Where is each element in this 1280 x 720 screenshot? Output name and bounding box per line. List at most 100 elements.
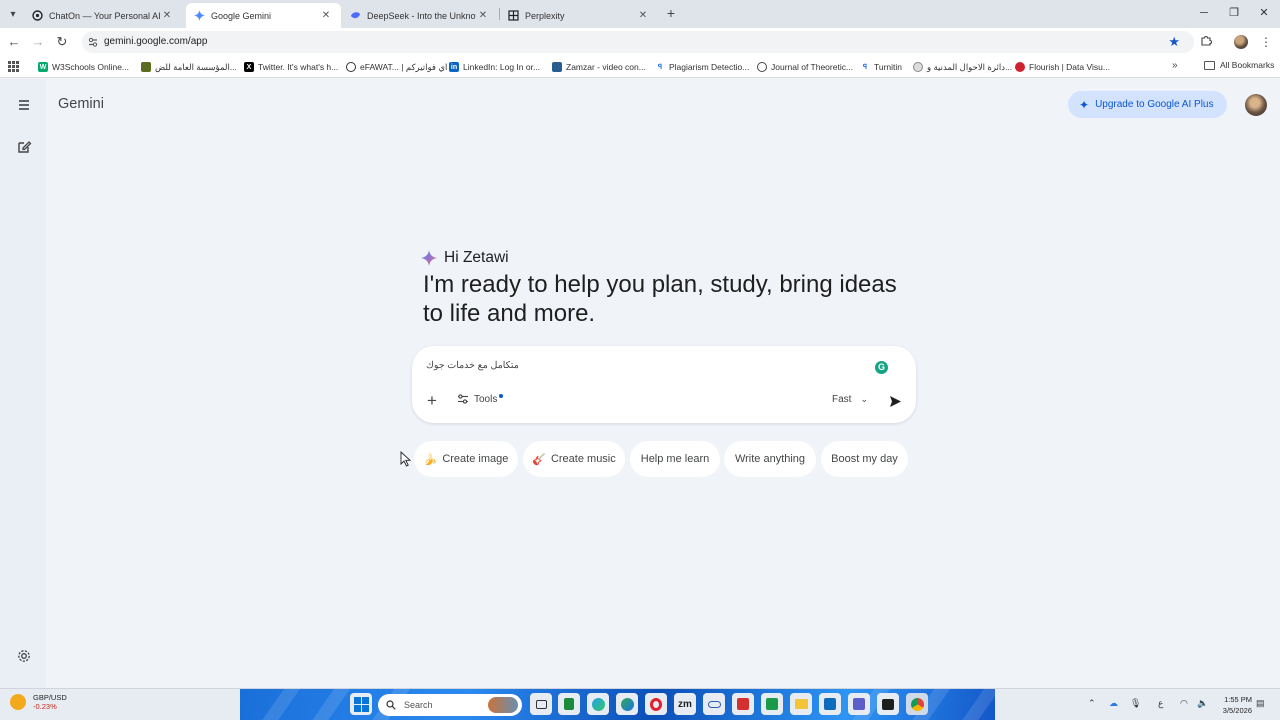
upgrade-button[interactable]: ✦ Upgrade to Google AI Plus — [1068, 91, 1227, 118]
file-explorer-icon[interactable] — [790, 693, 812, 715]
windows-start-icon[interactable] — [350, 693, 372, 715]
bookmark-efawateer[interactable]: eFAWAT... | اي فواتيركم — [346, 60, 447, 74]
back-arrow-icon[interactable]: ← — [6, 34, 22, 50]
store-icon[interactable] — [616, 693, 638, 715]
terminal-icon[interactable] — [877, 693, 899, 715]
bookmark-civil-status[interactable]: دائرة الاحوال المدنية و... — [913, 60, 1012, 74]
chip-create-music[interactable]: 🎸 Create music — [523, 441, 625, 477]
red-app-icon[interactable] — [732, 693, 754, 715]
all-bookmarks-button[interactable]: All Bookmarks — [1204, 60, 1274, 70]
prompt-input[interactable]: متكامل مع خدمات جوك — [426, 360, 519, 371]
window-close-icon[interactable]: ✕ — [1254, 5, 1274, 21]
zoom-icon[interactable]: zm — [674, 693, 696, 715]
tab-label: Perplexity — [525, 10, 565, 21]
settings-gear-icon[interactable] — [16, 648, 32, 664]
bookmark-turnitin[interactable]: ꟼ Turnitin — [860, 60, 902, 74]
tab-gemini[interactable]: Google Gemini ✕ — [186, 3, 341, 28]
add-attachment-button[interactable]: + — [424, 392, 440, 409]
greeting-text: Hi Zetawi — [444, 249, 509, 266]
onedrive-icon[interactable]: ☁ — [1109, 698, 1118, 709]
wifi-icon[interactable]: ◠ — [1180, 698, 1188, 709]
banana-icon: 🍌 — [423, 453, 438, 466]
extensions-icon[interactable] — [1198, 34, 1214, 50]
bookmark-label: Flourish | Data Visu... — [1029, 62, 1110, 72]
prompt-composer[interactable]: متكامل مع خدمات جوك G + Tools Fast ⌄ — [412, 346, 916, 423]
grammarly-icon[interactable]: G — [875, 361, 888, 374]
tab-close-icon[interactable]: ✕ — [319, 10, 333, 21]
chrome-icon[interactable] — [906, 693, 928, 715]
new-chat-icon[interactable] — [15, 138, 33, 156]
tab-label: Google Gemini — [211, 10, 272, 21]
bookmark-arabic-institution[interactable]: المؤسسة العامة للض... — [141, 60, 237, 74]
taskbar-search-box[interactable]: Search — [378, 694, 522, 716]
tab-close-icon[interactable]: ✕ — [476, 10, 490, 21]
link-app-icon[interactable] — [703, 693, 725, 715]
url-text[interactable]: gemini.google.com/app — [104, 36, 207, 47]
tab-search-dropdown[interactable]: ▾ — [4, 5, 22, 23]
tools-button[interactable]: Tools — [457, 393, 504, 405]
account-avatar[interactable] — [1245, 94, 1267, 116]
bookmark-plagiarism[interactable]: ꟼ Plagiarism Detectio... — [655, 60, 749, 74]
tools-label: Tools — [474, 393, 498, 405]
search-highlight-image — [488, 697, 518, 713]
task-view-icon[interactable] — [530, 693, 552, 715]
restore-icon[interactable]: ❐ — [1224, 5, 1244, 21]
currency-widget[interactable]: GBP/USD -0.23% — [10, 693, 67, 711]
send-icon — [889, 395, 901, 407]
app-title: Gemini — [58, 96, 104, 112]
reload-icon[interactable]: ↻ — [54, 34, 70, 50]
deepseek-icon — [350, 10, 361, 21]
model-mode-selector[interactable]: Fast ⌄ — [832, 394, 868, 405]
bookmark-journal[interactable]: Journal of Theoretic... — [757, 60, 853, 74]
linkedin-icon: in — [449, 62, 459, 72]
bookmark-label: Twitter. It's what's h... — [258, 62, 339, 72]
institution-icon — [141, 62, 151, 72]
seal-icon — [913, 62, 923, 72]
tab-perplexity[interactable]: Perplexity ✕ — [500, 3, 658, 28]
volume-icon[interactable]: 🔈 — [1197, 698, 1208, 709]
bookmark-linkedin[interactable]: in LinkedIn: Log In or... — [449, 60, 540, 74]
tab-chaton[interactable]: ChatOn — Your Personal AI Ass ✕ — [24, 3, 182, 28]
bookmark-star-icon[interactable]: ★ — [1168, 34, 1180, 50]
side-rail — [0, 79, 46, 688]
send-button[interactable] — [884, 390, 906, 412]
browser-menu-icon[interactable]: ⋮ — [1258, 34, 1274, 50]
chip-create-image[interactable]: 🍌 Create image — [414, 441, 518, 477]
guitar-icon: 🎸 — [532, 453, 546, 466]
tab-close-icon[interactable]: ✕ — [160, 10, 174, 21]
bookmark-twitter[interactable]: X Twitter. It's what's h... — [244, 60, 338, 74]
bookmark-label: Zamzar - video con... — [566, 62, 646, 72]
teams-icon[interactable] — [848, 693, 870, 715]
forward-arrow-icon[interactable]: → — [30, 34, 46, 50]
zamzar-icon — [552, 62, 562, 72]
bookmark-flourish[interactable]: Flourish | Data Visu... — [1015, 60, 1110, 74]
new-tab-button[interactable]: + — [664, 6, 678, 20]
tools-sliders-icon — [458, 394, 468, 404]
bookmark-w3schools[interactable]: W W3Schools Online... — [38, 60, 129, 74]
browser-profile-avatar[interactable] — [1234, 35, 1248, 49]
tray-overflow-icon[interactable]: ⌃ — [1088, 698, 1096, 709]
site-info-icon[interactable] — [87, 36, 99, 48]
language-indicator[interactable]: ع — [1158, 698, 1163, 709]
tab-close-icon[interactable]: ✕ — [636, 10, 650, 21]
chip-boost-my-day[interactable]: Boost my day — [821, 441, 908, 477]
hamburger-menu-icon[interactable] — [15, 96, 33, 114]
address-bar[interactable]: gemini.google.com/app ★ — [82, 31, 1194, 53]
bookmarks-overflow-icon[interactable]: » — [1172, 60, 1178, 71]
notifications-icon[interactable]: ▤ — [1256, 698, 1265, 709]
opera-icon[interactable] — [645, 693, 667, 715]
microphone-icon[interactable]: 🎙 — [1130, 698, 1141, 709]
minimize-icon[interactable]: ─ — [1194, 5, 1214, 21]
bookmark-zamzar[interactable]: Zamzar - video con... — [552, 60, 646, 74]
chip-help-me-learn[interactable]: Help me learn — [630, 441, 720, 477]
camtasia-icon[interactable] — [761, 693, 783, 715]
upgrade-label: Upgrade to Google AI Plus — [1095, 99, 1214, 110]
chip-write-anything[interactable]: Write anything — [724, 441, 816, 477]
fx-change: -0.23% — [33, 702, 57, 711]
clock[interactable]: 1:55 PM 3/5/2026 — [1210, 694, 1252, 716]
edge-icon[interactable] — [587, 693, 609, 715]
outlook-icon[interactable] — [819, 693, 841, 715]
calculator-icon[interactable] — [558, 693, 580, 715]
tab-deepseek[interactable]: DeepSeek - Into the Unknown ✕ — [342, 3, 498, 28]
apps-grid-icon[interactable] — [8, 61, 19, 72]
